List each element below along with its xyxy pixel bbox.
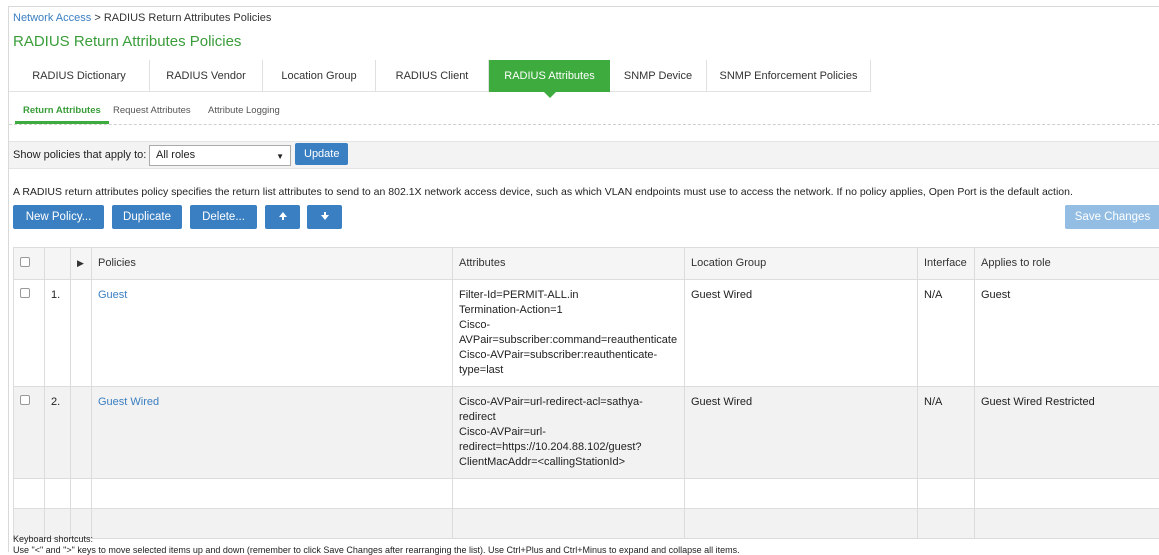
tab-radius-vendor[interactable]: RADIUS Vendor bbox=[150, 60, 263, 92]
subtab-bar: Return Attributes Request Attributes Att… bbox=[9, 101, 1159, 125]
delete-button[interactable]: Delete... bbox=[190, 205, 257, 229]
header-attributes: Attributes bbox=[453, 248, 685, 280]
attribute-line: redirect=https://10.204.88.102/guest? bbox=[459, 440, 678, 455]
expand-all-header[interactable]: ▶ bbox=[71, 248, 92, 280]
attribute-line: AVPair=subscriber:command=reauthenticate bbox=[459, 333, 678, 348]
attributes-cell: Filter-Id=PERMIT-ALL.in Termination-Acti… bbox=[453, 280, 685, 387]
select-all-header[interactable] bbox=[14, 248, 45, 280]
subtab-request-attributes[interactable]: Request Attributes bbox=[113, 105, 191, 116]
move-down-button[interactable] bbox=[307, 205, 342, 229]
role-cell: Guest bbox=[975, 280, 1159, 387]
attributes-cell: Cisco-AVPair=url-redirect-acl=sathya- re… bbox=[453, 387, 685, 479]
attribute-line: Filter-Id=PERMIT-ALL.in bbox=[459, 288, 678, 303]
row-checkbox[interactable] bbox=[20, 395, 30, 405]
arrow-up-icon bbox=[278, 211, 288, 221]
save-changes-button[interactable]: Save Changes bbox=[1065, 205, 1159, 229]
row-checkbox[interactable] bbox=[20, 288, 30, 298]
select-all-checkbox[interactable] bbox=[20, 257, 30, 267]
tab-radius-dictionary[interactable]: RADIUS Dictionary bbox=[9, 60, 150, 92]
tab-snmp-enforcement-policies[interactable]: SNMP Enforcement Policies bbox=[707, 60, 871, 92]
arrow-down-icon bbox=[320, 211, 330, 221]
table-row[interactable]: 2. Guest Wired Cisco-AVPair=url-redirect… bbox=[14, 387, 1159, 479]
subtab-return-attributes[interactable]: Return Attributes bbox=[23, 105, 101, 116]
row-number: 2. bbox=[45, 387, 71, 479]
page-title: RADIUS Return Attributes Policies bbox=[13, 33, 241, 50]
header-location-group: Location Group bbox=[685, 248, 918, 280]
filter-bar: Show policies that apply to: All roles ▼… bbox=[9, 141, 1159, 169]
empty-row bbox=[14, 479, 1159, 509]
breadcrumb-separator: > bbox=[94, 12, 100, 24]
table-row[interactable]: 1. Guest Filter-Id=PERMIT-ALL.in Termina… bbox=[14, 280, 1159, 387]
location-group-cell: Guest Wired bbox=[685, 387, 918, 479]
header-interface: Interface bbox=[918, 248, 975, 280]
attribute-line: redirect bbox=[459, 410, 678, 425]
duplicate-button[interactable]: Duplicate bbox=[112, 205, 182, 229]
policy-link[interactable]: Guest Wired bbox=[98, 396, 159, 408]
row-number: 1. bbox=[45, 280, 71, 387]
table-header-row: ▶ Policies Attributes Location Group Int… bbox=[14, 248, 1159, 280]
chevron-down-icon: ▼ bbox=[276, 152, 284, 161]
move-up-button[interactable] bbox=[265, 205, 300, 229]
tab-bar: RADIUS Dictionary RADIUS Vendor Location… bbox=[9, 60, 871, 92]
subtab-attribute-logging[interactable]: Attribute Logging bbox=[208, 105, 280, 116]
attribute-line: Cisco-AVPair=subscriber:reauthenticate- bbox=[459, 348, 678, 363]
header-applies-to-role: Applies to role bbox=[975, 248, 1159, 280]
header-policies[interactable]: Policies bbox=[92, 248, 453, 280]
empty-row bbox=[14, 509, 1159, 539]
new-policy-button[interactable]: New Policy... bbox=[13, 205, 104, 229]
breadcrumb: Network Access > RADIUS Return Attribute… bbox=[13, 12, 271, 24]
keyboard-shortcuts-text: Use "<" and ">" keys to move selected it… bbox=[13, 545, 740, 555]
attribute-line: Cisco- bbox=[459, 318, 678, 333]
attribute-line: Cisco-AVPair=url- bbox=[459, 425, 678, 440]
role-filter-select[interactable]: All roles ▼ bbox=[149, 145, 291, 166]
tab-snmp-device[interactable]: SNMP Device bbox=[610, 60, 707, 92]
tab-location-group[interactable]: Location Group bbox=[263, 60, 376, 92]
attribute-line: Termination-Action=1 bbox=[459, 303, 678, 318]
filter-label: Show policies that apply to: bbox=[13, 149, 146, 161]
breadcrumb-network-access[interactable]: Network Access bbox=[13, 12, 91, 24]
caret-right-icon[interactable]: ▶ bbox=[77, 258, 84, 268]
tab-radius-attributes[interactable]: RADIUS Attributes bbox=[489, 60, 610, 92]
breadcrumb-current: RADIUS Return Attributes Policies bbox=[104, 12, 272, 24]
description-text: A RADIUS return attributes policy specif… bbox=[13, 186, 1073, 198]
tab-radius-client[interactable]: RADIUS Client bbox=[376, 60, 489, 92]
attribute-line: type=last bbox=[459, 363, 678, 378]
keyboard-shortcuts-title: Keyboard shortcuts: bbox=[13, 533, 93, 545]
attribute-line: ClientMacAddr=<callingStationId> bbox=[459, 455, 678, 470]
policies-table: ▶ Policies Attributes Location Group Int… bbox=[13, 247, 1159, 539]
main-panel: Network Access > RADIUS Return Attribute… bbox=[8, 6, 1159, 552]
interface-cell: N/A bbox=[918, 387, 975, 479]
number-header bbox=[45, 248, 71, 280]
attribute-line: Cisco-AVPair=url-redirect-acl=sathya- bbox=[459, 395, 678, 410]
update-button[interactable]: Update bbox=[295, 143, 348, 165]
role-cell: Guest Wired Restricted bbox=[975, 387, 1159, 479]
interface-cell: N/A bbox=[918, 280, 975, 387]
policy-link[interactable]: Guest bbox=[98, 289, 127, 301]
role-filter-value: All roles bbox=[156, 149, 195, 161]
location-group-cell: Guest Wired bbox=[685, 280, 918, 387]
